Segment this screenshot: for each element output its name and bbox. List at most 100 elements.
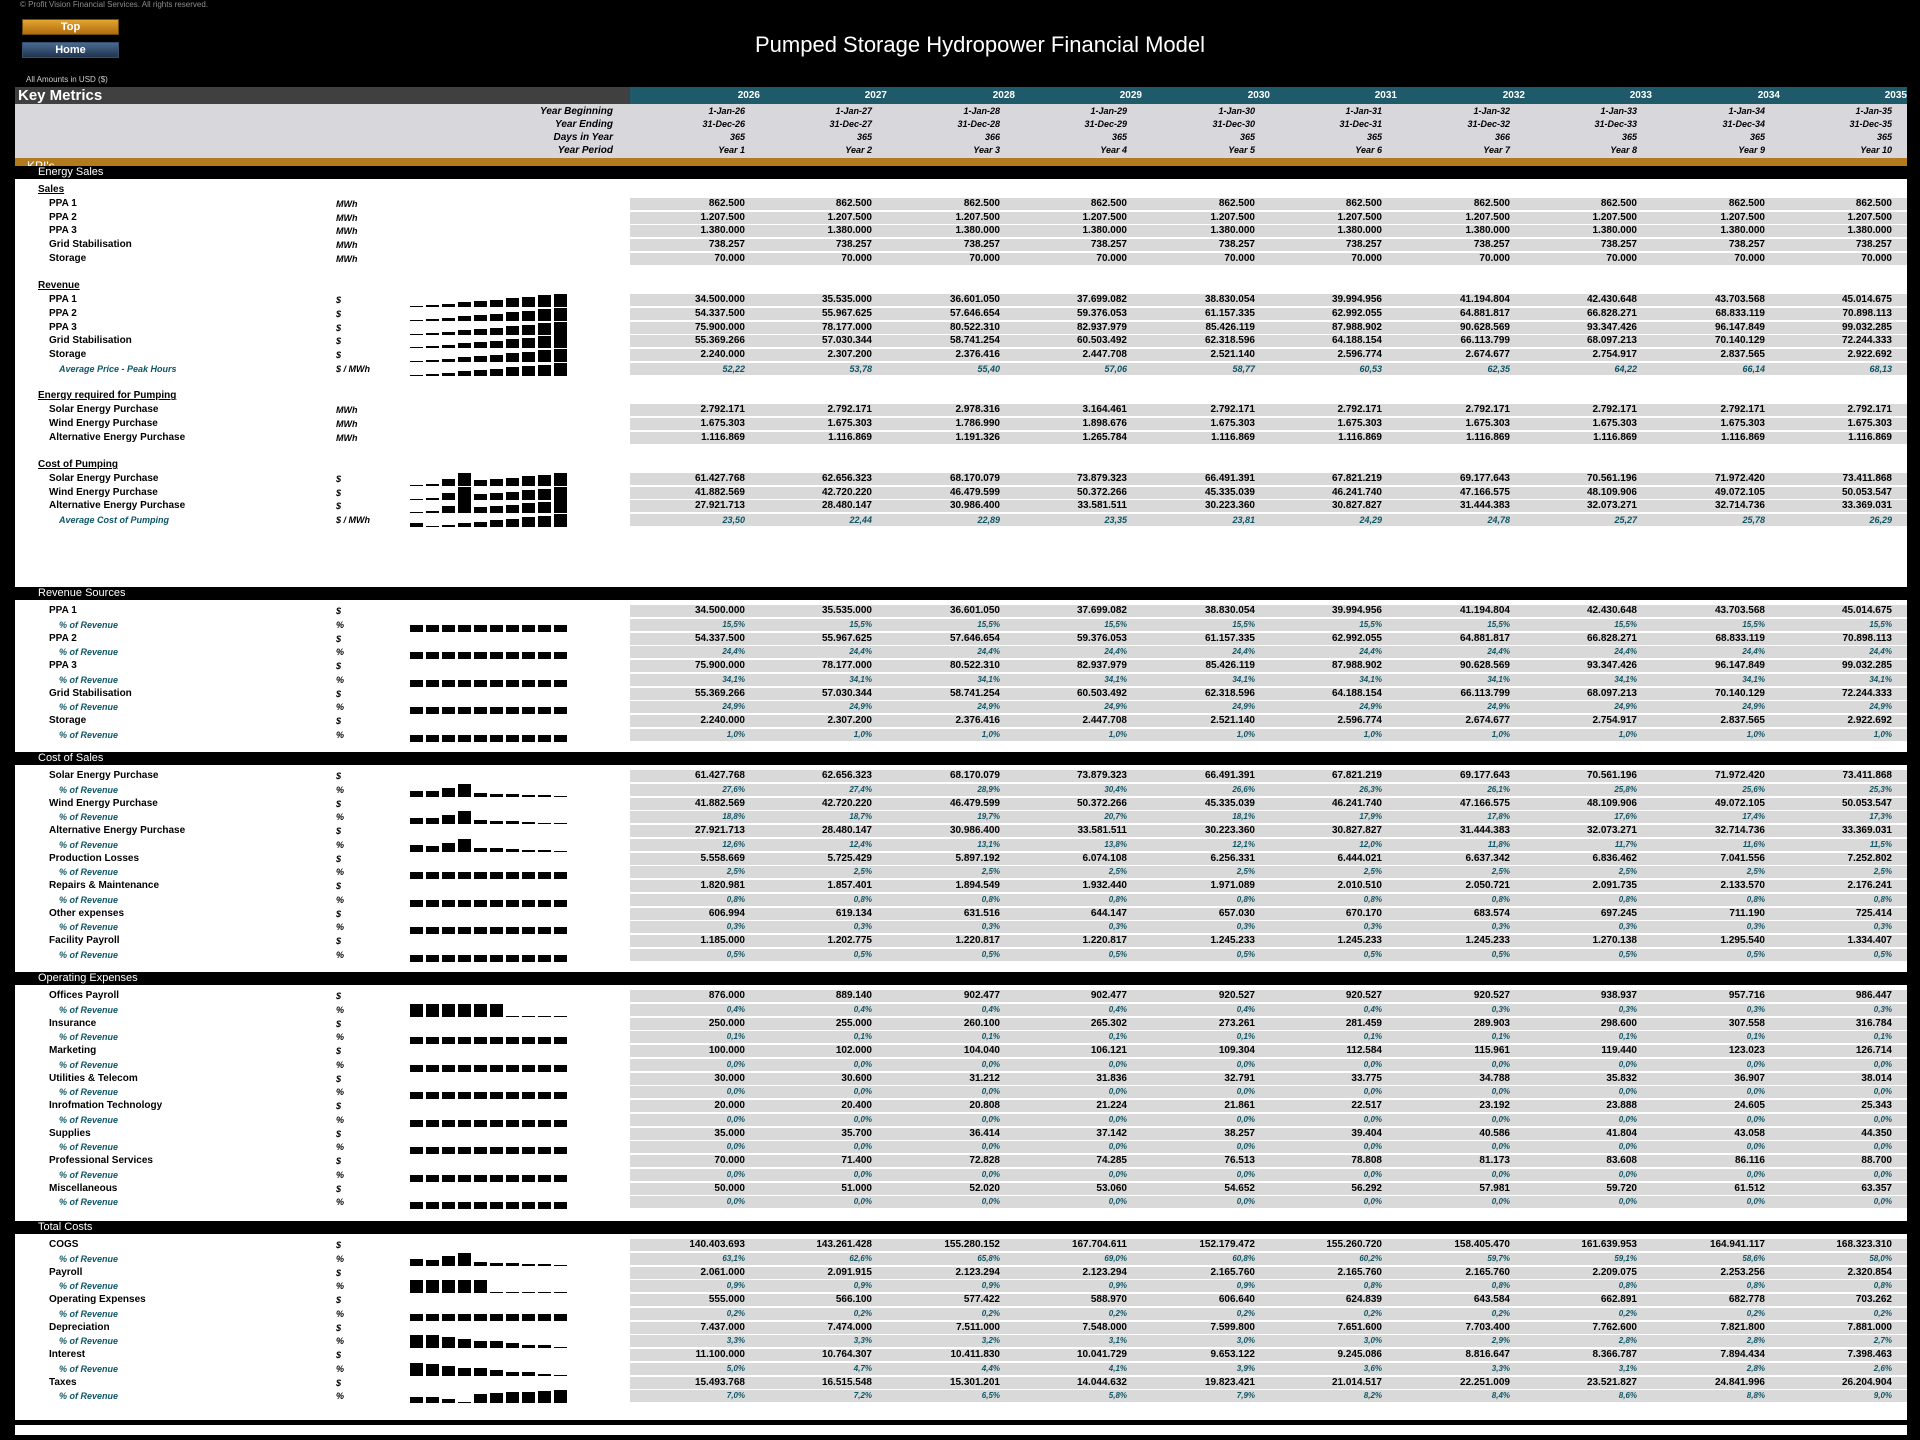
cell-value: 0,4% — [1108, 1004, 1127, 1014]
spark-bar — [442, 734, 455, 742]
spark-bar — [426, 1397, 439, 1404]
data-row: % of Revenue% 7,0% 7,2% 6,5% 5,8% 7,9% 8,2% 8,4… — [15, 1389, 1907, 1404]
row-label: Professional Services — [49, 1155, 153, 1166]
spark-bar — [442, 525, 455, 527]
cell-value: 1.857.401 — [827, 880, 873, 891]
cell-value: 697.245 — [1600, 907, 1637, 919]
cell-value: 61.157.335 — [1204, 632, 1255, 644]
section-title: Total Costs — [38, 1221, 93, 1233]
cell-value: 27,6% — [722, 784, 745, 794]
cell-value: 644.147 — [1090, 907, 1127, 919]
cell-value: 62.992.055 — [1331, 632, 1382, 644]
cell-value: 0,2% — [1873, 1308, 1892, 1318]
data-row: Inrofmation Technology $20.000 20.400 20.80… — [15, 1099, 1907, 1113]
cell-value: 34,1% — [1742, 674, 1765, 684]
cell-value: 30.986.400 — [949, 500, 1000, 512]
cell-value: 57.030.344 — [821, 687, 872, 699]
section-header: Revenue Sources — [15, 587, 1907, 600]
cell-value: 738.257 — [1473, 239, 1510, 250]
cell-value: 14.044.632 — [1076, 1376, 1127, 1388]
cell-value: 2.091.915 — [827, 1266, 873, 1278]
cell-value: 1.898.676 — [1082, 417, 1128, 429]
spark-bar — [458, 734, 471, 742]
section-title: Revenue Sources — [38, 587, 126, 599]
cell-value: 0,2% — [1363, 1308, 1382, 1318]
cell-value: 1.191.326 — [955, 431, 1001, 443]
data-row: % of Revenue% 0,4% 0,4% 0,4% 0,4% 0,4% 0,4% 0,3… — [15, 1003, 1907, 1017]
row-label: Storage — [49, 252, 87, 264]
cell-value: 8.366.787 — [1592, 1349, 1638, 1360]
cell-value: 2,5% — [853, 867, 872, 877]
row-label: % of Revenue — [59, 784, 119, 795]
row-unit: % — [336, 1336, 345, 1347]
sparkline — [410, 1389, 600, 1404]
spark-bar — [490, 520, 503, 527]
cell-value: 1.207.500 — [955, 211, 1001, 223]
year-period-value: Year 2 — [845, 145, 872, 155]
cell-value: 46.479.599 — [949, 797, 1000, 809]
cell-value: 27.921.713 — [694, 825, 745, 836]
cell-value: 0,5% — [726, 949, 745, 959]
cell-value: 1.116.869 — [1466, 431, 1510, 443]
row-unit: MWh — [336, 212, 358, 223]
cell-value: 0,5% — [1491, 949, 1510, 959]
spark-bar — [554, 514, 567, 527]
cell-value: 93.347.426 — [1586, 660, 1637, 671]
row-label: Production Losses — [49, 852, 140, 864]
cell-value: 68.170.079 — [949, 472, 1000, 484]
cell-value: 0,5% — [1236, 949, 1255, 959]
cell-value: 3,3% — [726, 1336, 745, 1346]
year-header: 2030 — [1247, 90, 1270, 101]
row-label: Solar Energy Purchase — [49, 770, 159, 781]
cell-value: 34.500.000 — [694, 605, 745, 616]
spark-bar — [458, 1202, 471, 1210]
row-label: Alternative Energy Purchase — [49, 825, 186, 836]
cell-value: 72.828 — [969, 1155, 1000, 1166]
cell-value: 57,06 — [1104, 363, 1127, 374]
cell-value: 2,9% — [1491, 1336, 1510, 1346]
row-label: Alternative Energy Purchase — [49, 431, 186, 443]
cell-value: 0,5% — [1618, 949, 1637, 959]
cell-value: 24,4% — [1487, 647, 1510, 657]
row-unit: MWh — [336, 198, 358, 209]
cell-value: 30.600 — [841, 1072, 872, 1084]
data-row: Miscellaneous $50.000 51.000 52.020 53.060 54… — [15, 1182, 1907, 1196]
spark-bar — [554, 294, 567, 307]
home-button[interactable]: Home — [22, 42, 119, 58]
row-label: Grid Stabilisation — [49, 687, 132, 699]
cell-value: 31.444.383 — [1459, 500, 1510, 512]
cell-value: 59,7% — [1487, 1253, 1510, 1263]
cell-value: 2.253.256 — [1720, 1266, 1766, 1278]
cell-value: 28,9% — [977, 784, 1000, 794]
spark-bar — [538, 502, 551, 514]
sparkline — [410, 1058, 600, 1072]
data-row: % of Revenue% 5,0% 4,7% 4,4% 4,1% 3,9% 3,6% 3,3… — [15, 1362, 1907, 1376]
spark-bar — [458, 472, 471, 486]
row-unit: $ — [336, 991, 342, 1001]
cell-value: 0,0% — [1236, 1114, 1255, 1124]
cell-value: 33.369.031 — [1841, 825, 1892, 836]
cell-value: 33.581.511 — [1077, 500, 1128, 512]
year-beginning-value: 1-Jan-26 — [708, 106, 745, 116]
cell-value: 2.837.565 — [1720, 349, 1766, 360]
cell-value: 3,2% — [981, 1336, 1000, 1346]
cell-value: 46.241.740 — [1331, 486, 1382, 498]
cell-value: 0,9% — [726, 1281, 745, 1291]
cell-value: 0,1% — [1363, 1032, 1382, 1042]
cell-value: 2.922.692 — [1847, 715, 1893, 726]
cell-value: 66.828.271 — [1586, 632, 1637, 644]
cell-value: 1.295.540 — [1720, 935, 1766, 946]
cell-value: 2,7% — [1873, 1336, 1892, 1346]
cell-value: 66,14 — [1742, 363, 1765, 374]
top-button[interactable]: Top — [22, 19, 119, 35]
data-row: % of Revenue% 1,0% 1,0% 1,0% 1,0% 1,0% 1,0% 1,0… — [15, 728, 1907, 742]
cell-value: 3,0% — [1236, 1336, 1255, 1346]
data-row: Taxes $15.493.768 16.515.548 15.301.201 14.0… — [15, 1376, 1907, 1390]
year-header: 2034 — [1757, 90, 1780, 101]
cell-value: 2.754.917 — [1592, 715, 1638, 726]
cell-value: 62.318.596 — [1204, 687, 1255, 699]
cell-value: 1.380.000 — [700, 225, 746, 237]
cell-value: 24,9% — [1232, 702, 1255, 712]
cell-value: 0,0% — [1236, 1087, 1255, 1097]
cell-value: 37.142 — [1096, 1127, 1127, 1139]
